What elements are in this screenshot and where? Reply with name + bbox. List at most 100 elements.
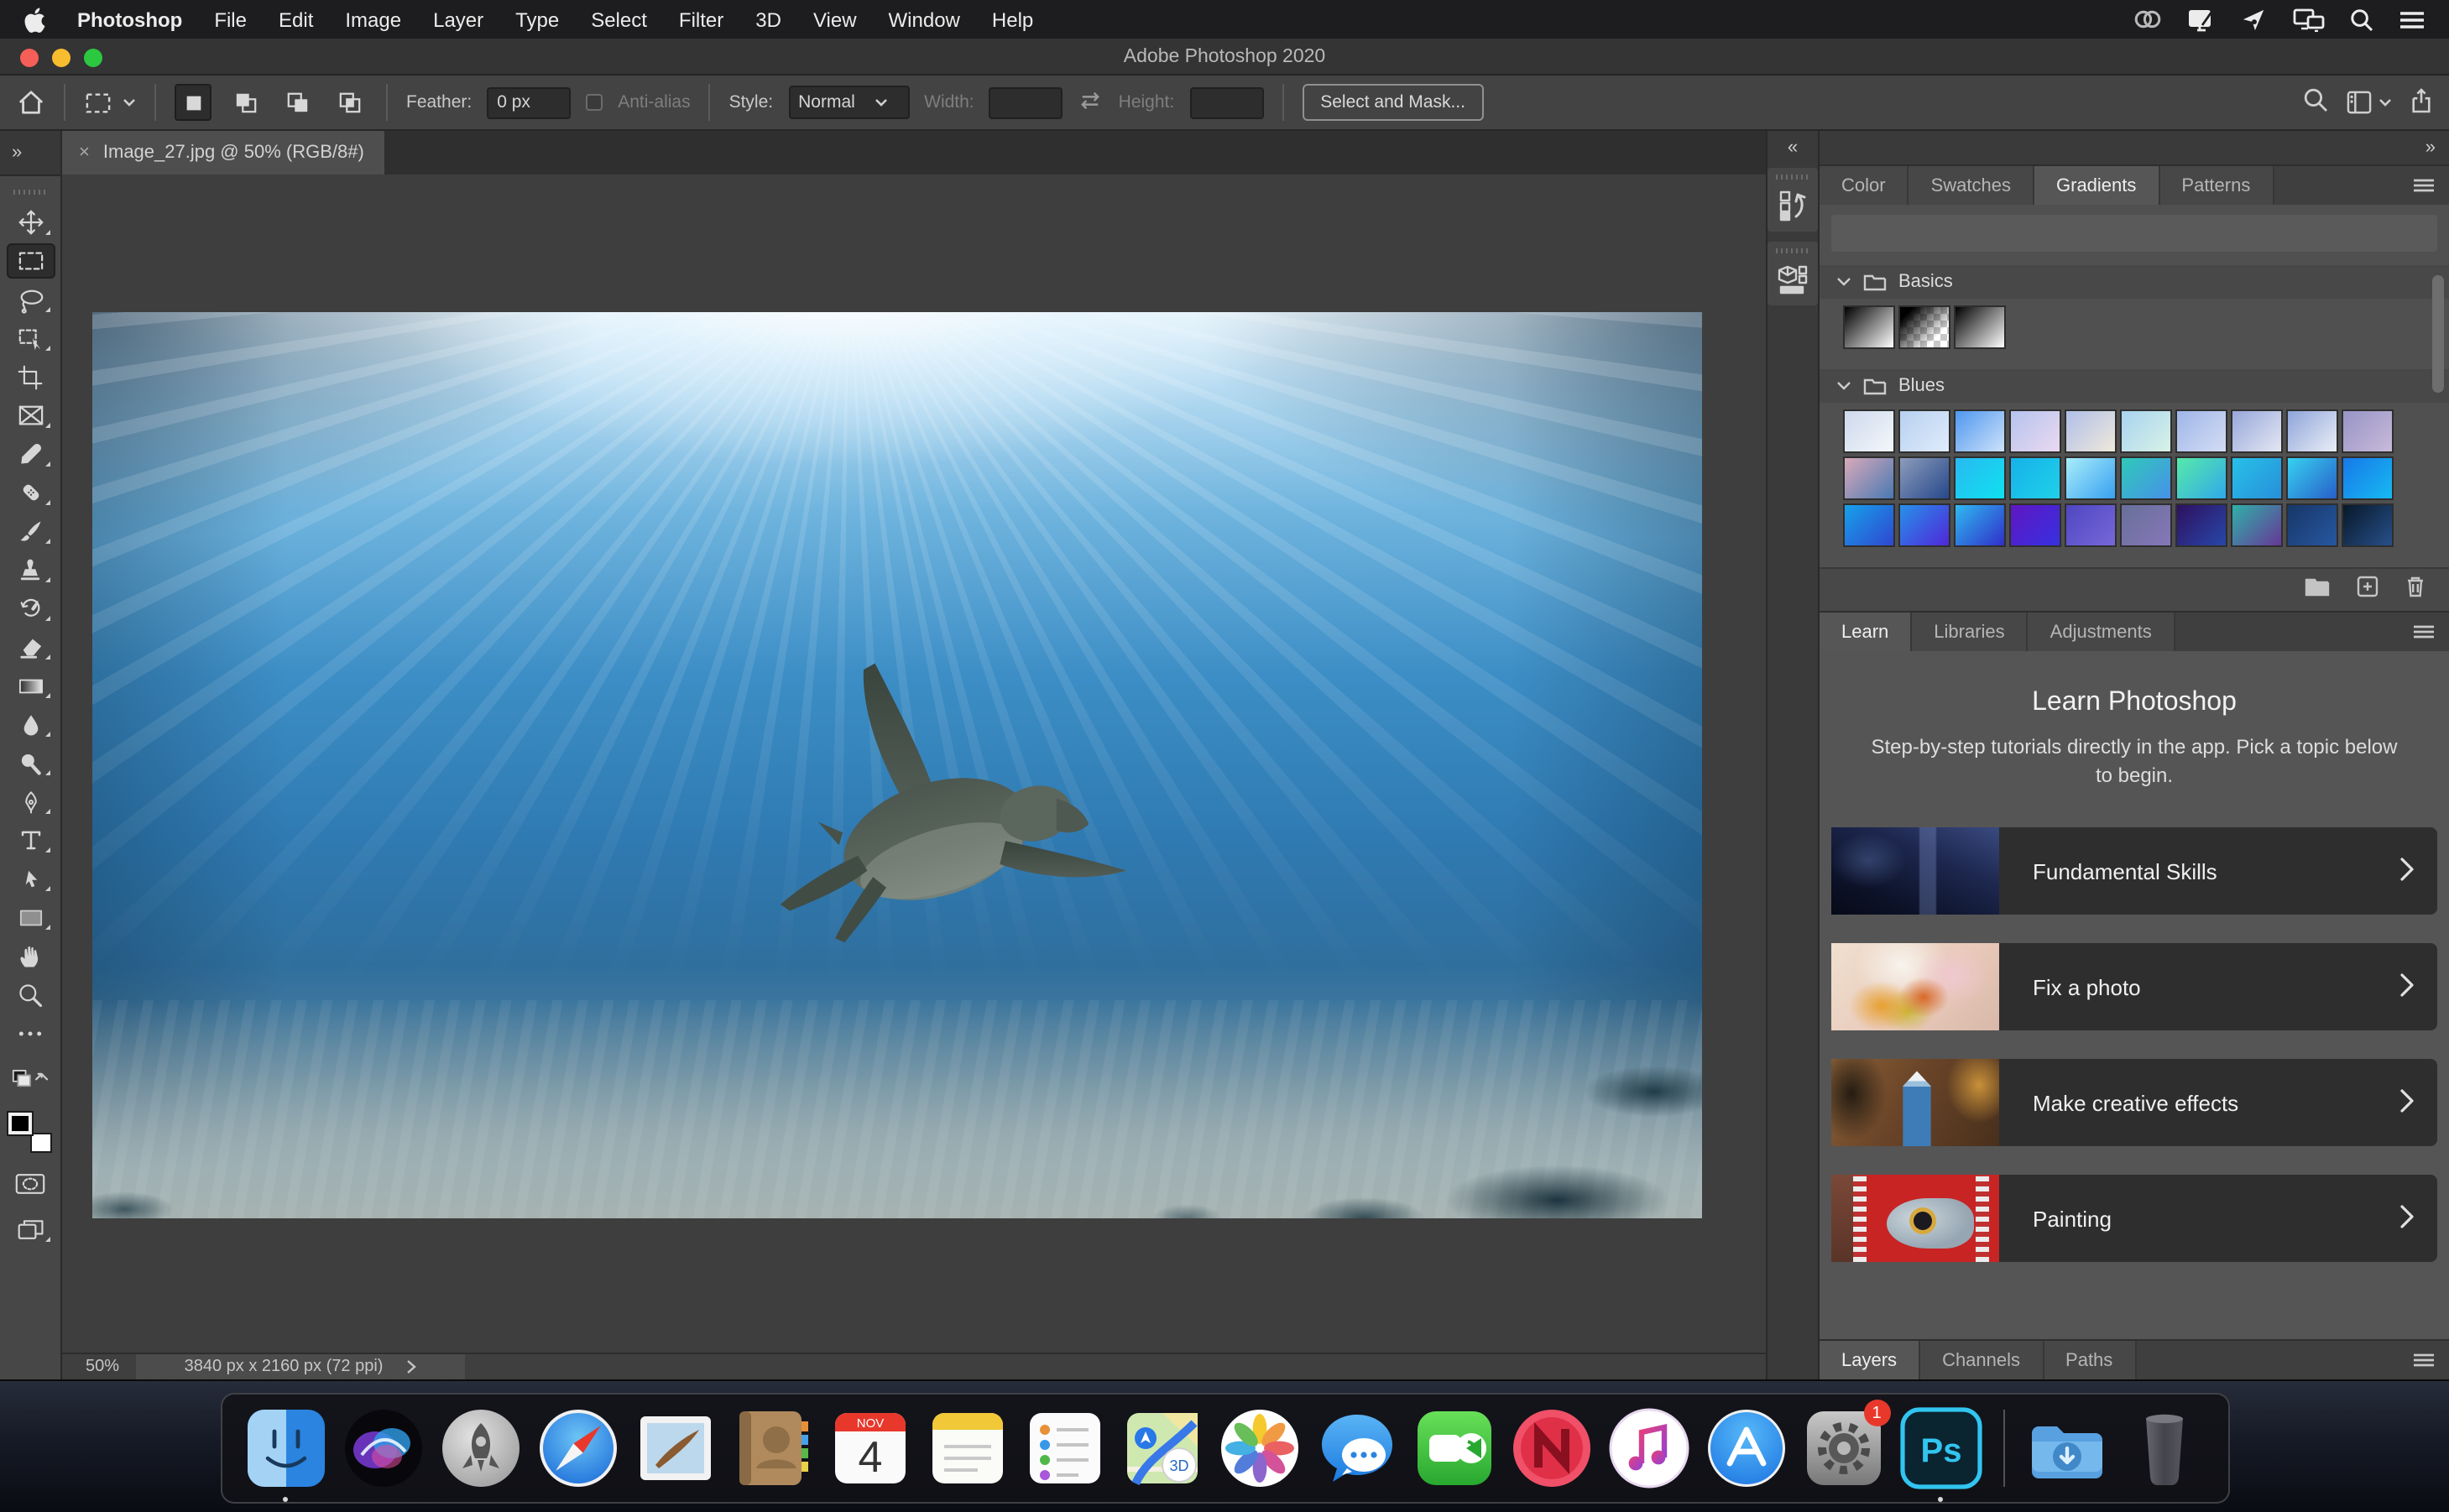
selection-intersect-button[interactable] (331, 84, 368, 121)
zoom-window-button[interactable] (84, 49, 102, 67)
canvas-area[interactable] (62, 175, 1766, 1353)
menu-select[interactable]: Select (591, 8, 647, 31)
learn-item-make-creative-effects[interactable]: Make creative effects (1831, 1059, 2437, 1146)
dock-mail-icon[interactable] (631, 1405, 718, 1492)
notification-list-icon[interactable] (2399, 9, 2426, 29)
anti-alias-checkbox[interactable] (586, 94, 603, 111)
gradient-swatch[interactable] (1843, 409, 1895, 453)
dock-contacts-icon[interactable] (728, 1405, 816, 1492)
selection-add-button[interactable] (227, 84, 264, 121)
dock-notes-icon[interactable] (923, 1405, 1010, 1492)
blur-tool[interactable] (6, 706, 55, 742)
gradient-swatch[interactable] (1898, 456, 1950, 500)
gradient-swatch[interactable] (2065, 503, 2117, 547)
panel-menu-icon[interactable] (2412, 1341, 2449, 1379)
gradient-search-field[interactable] (1831, 215, 2437, 252)
width-input[interactable] (989, 86, 1063, 118)
zoom-level[interactable]: 50% (62, 1358, 136, 1376)
menu-image[interactable]: Image (345, 8, 401, 31)
menu-edit[interactable]: Edit (279, 8, 313, 31)
gradient-swatch[interactable] (2231, 456, 2283, 500)
gradient-swatch[interactable] (1954, 305, 2006, 349)
gradient-swatch[interactable] (1898, 503, 1950, 547)
collapse-panels-button[interactable]: « (1768, 131, 1818, 164)
expand-panels-button[interactable]: » (1820, 131, 2449, 164)
selection-subtract-button[interactable] (279, 84, 316, 121)
dock-downloads-icon[interactable] (2023, 1405, 2110, 1492)
learn-item-fundamental-skills[interactable]: Fundamental Skills (1831, 827, 2437, 915)
sidecar-display-icon[interactable] (2187, 8, 2216, 31)
menu-photoshop[interactable]: Photoshop (77, 8, 182, 31)
dock-maps-icon[interactable]: 3D (1118, 1405, 1205, 1492)
gradient-tool[interactable] (6, 668, 55, 703)
dock-calendar-icon[interactable]: NOV 4 (826, 1405, 913, 1492)
lasso-tool[interactable] (6, 282, 55, 317)
document-info[interactable]: 3840 px x 2160 px (72 ppi) (136, 1353, 466, 1380)
close-tab-icon[interactable]: × (79, 143, 90, 163)
gradient-swatch[interactable] (1898, 305, 1950, 349)
healing-brush-tool[interactable] (6, 475, 55, 510)
history-panel-collapsed[interactable] (1768, 168, 1818, 232)
home-icon[interactable] (17, 82, 45, 123)
tab-color[interactable]: Color (1820, 166, 1909, 205)
dock-messages-icon[interactable] (1313, 1405, 1400, 1492)
gradient-swatch[interactable] (1843, 503, 1895, 547)
quick-mask-button[interactable] (6, 1166, 55, 1202)
dock-siri-icon[interactable] (339, 1405, 426, 1492)
toolbar-grip[interactable] (13, 190, 47, 195)
tab-gradients[interactable]: Gradients (2034, 166, 2160, 205)
gradient-swatch[interactable] (2342, 456, 2394, 500)
menu-help[interactable]: Help (992, 8, 1033, 31)
swap-colors-icon[interactable] (6, 1061, 55, 1096)
dock-facetime-icon[interactable] (1410, 1405, 1497, 1492)
menu-3d[interactable]: 3D (755, 8, 781, 31)
panel-menu-icon[interactable] (2412, 613, 2449, 651)
gradient-swatch[interactable] (2286, 456, 2338, 500)
spotlight-icon[interactable] (2350, 8, 2373, 31)
crop-tool[interactable] (6, 359, 55, 394)
dock-appstore-icon[interactable] (1702, 1405, 1789, 1492)
displays-icon[interactable] (2293, 8, 2325, 31)
screen-mirroring-icon[interactable] (2241, 8, 2268, 31)
gradient-swatch[interactable] (1954, 503, 2006, 547)
tab-paths[interactable]: Paths (2044, 1341, 2137, 1379)
dock-safari-icon[interactable] (534, 1405, 621, 1492)
type-tool[interactable] (6, 822, 55, 858)
minimize-window-button[interactable] (52, 49, 70, 67)
feather-input[interactable]: 0 px (487, 86, 572, 118)
gradient-swatch[interactable] (1843, 305, 1895, 349)
foreground-color-chip[interactable] (8, 1113, 32, 1134)
dock-photos-icon[interactable] (1215, 1405, 1303, 1492)
gradient-swatch[interactable] (2120, 503, 2172, 547)
selection-new-button[interactable] (175, 84, 211, 121)
gradient-swatch[interactable] (2231, 503, 2283, 547)
menu-view[interactable]: View (813, 8, 857, 31)
panel-menu-icon[interactable] (2412, 166, 2449, 205)
gradient-swatch[interactable] (2175, 409, 2227, 453)
rectangular-marquee-tool[interactable] (6, 243, 55, 279)
pen-tool[interactable] (6, 784, 55, 819)
dock-launchpad-icon[interactable] (436, 1405, 524, 1492)
learn-item-fix-a-photo[interactable]: Fix a photo (1831, 943, 2437, 1030)
document-image[interactable] (92, 312, 1702, 1218)
gradient-swatch[interactable] (2342, 503, 2394, 547)
brush-tool[interactable] (6, 514, 55, 549)
height-input[interactable] (1189, 86, 1264, 118)
tab-patterns[interactable]: Patterns (2159, 166, 2274, 205)
gradient-swatch[interactable] (2175, 503, 2227, 547)
gradients-scrollbar[interactable] (2432, 275, 2444, 393)
dodge-tool[interactable] (6, 745, 55, 780)
object-selection-tool[interactable] (6, 321, 55, 356)
gradient-swatch[interactable] (2231, 409, 2283, 453)
hand-tool[interactable] (6, 938, 55, 973)
tab-layers[interactable]: Layers (1820, 1341, 1921, 1379)
close-window-button[interactable] (20, 49, 39, 67)
style-select[interactable]: Normal (788, 86, 910, 119)
gradient-swatch[interactable] (2009, 409, 2061, 453)
menu-filter[interactable]: Filter (679, 8, 723, 31)
gradient-swatch[interactable] (2286, 409, 2338, 453)
tab-learn[interactable]: Learn (1820, 613, 1913, 651)
new-group-icon[interactable] (2305, 575, 2330, 605)
new-gradient-icon[interactable] (2357, 575, 2379, 605)
history-brush-tool[interactable] (6, 591, 55, 626)
